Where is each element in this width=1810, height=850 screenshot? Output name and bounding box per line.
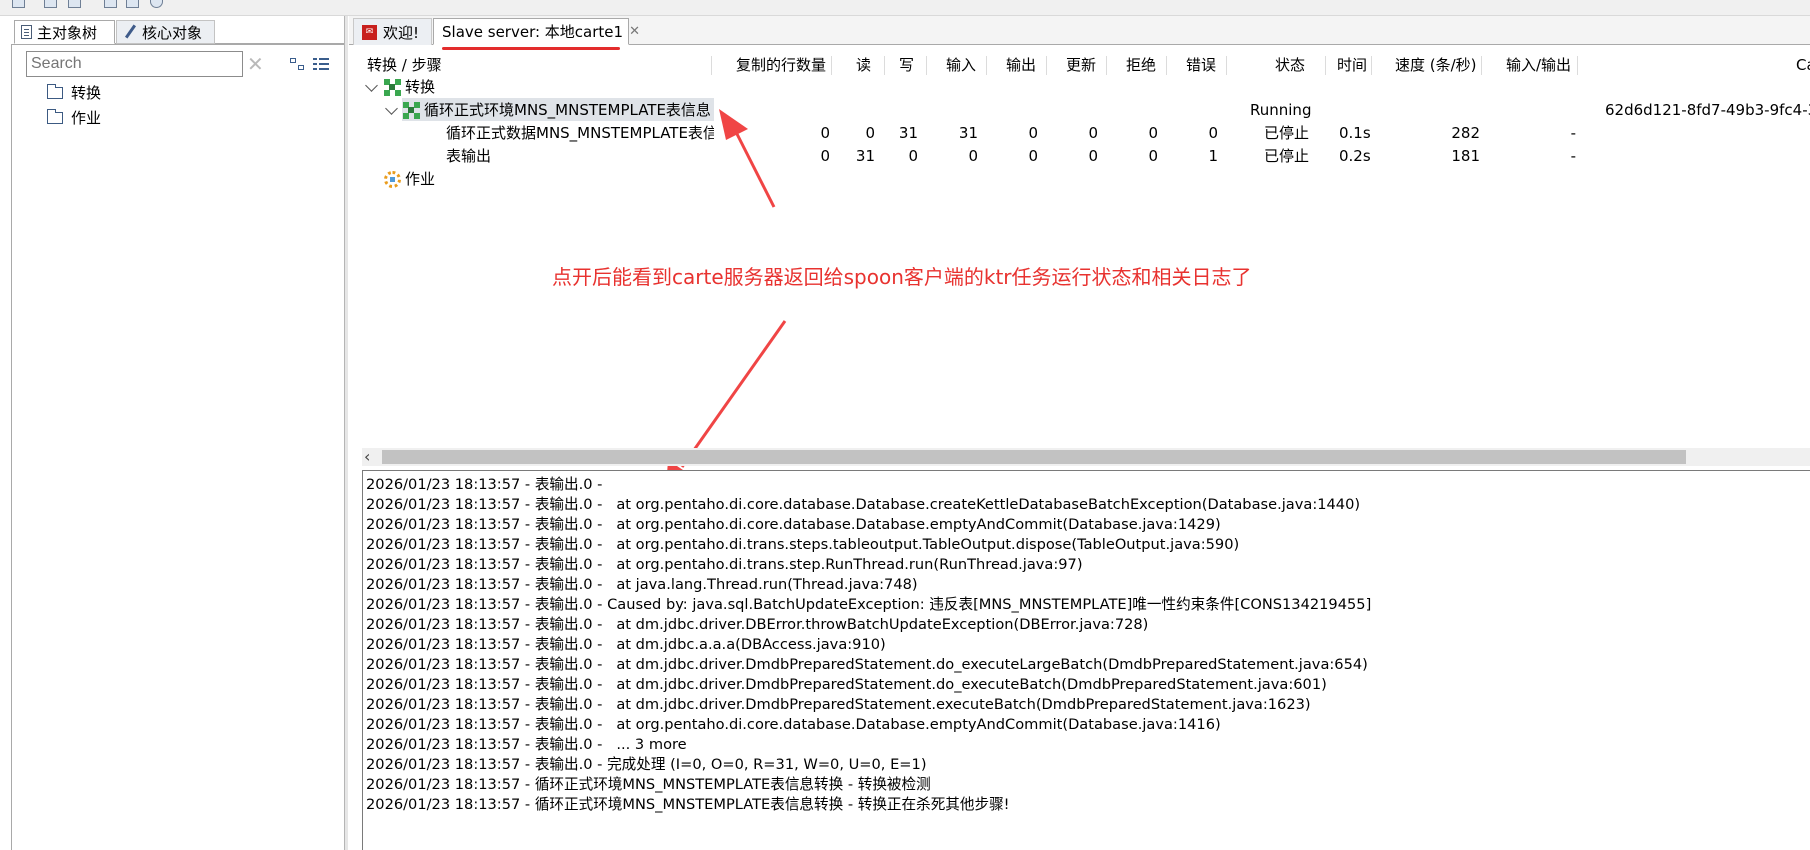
log-line: 2026/01/23 18:13:57 - 表输出.0 - at dm.jdbc… <box>366 676 1327 693</box>
log-line: 2026/01/23 18:13:57 - 表输出.0 - at org.pen… <box>366 516 1221 533</box>
log-line: 2026/01/23 18:13:57 - 表输出.0 - at org.pen… <box>366 536 1240 553</box>
log-line: 2026/01/23 18:13:57 - 表输出.0 - at org.pen… <box>366 556 1083 573</box>
arrow-up <box>719 109 776 208</box>
log-line: 2026/01/23 18:13:57 - 表输出.0 - at dm.jdbc… <box>366 696 1311 713</box>
log-line: 2026/01/23 18:13:57 - 表输出.0 - 完成处理 (I=0,… <box>366 756 927 773</box>
log-line: 2026/01/23 18:13:57 - 循环正式环境MNS_MNSTEMPL… <box>366 796 1010 813</box>
log-line: 2026/01/23 18:13:57 - 循环正式环境MNS_MNSTEMPL… <box>366 776 931 793</box>
log-line: 2026/01/23 18:13:57 - 表输出.0 - at org.pen… <box>366 716 1221 733</box>
log-line: 2026/01/23 18:13:57 - 表输出.0 - at dm.jdbc… <box>366 636 886 653</box>
log-line: 2026/01/23 18:13:57 - 表输出.0 - at java.la… <box>366 576 918 593</box>
log-line: 2026/01/23 18:13:57 - 表输出.0 - at dm.jdbc… <box>366 616 1149 633</box>
log-line: 2026/01/23 18:13:57 - 表输出.0 - at org.pen… <box>366 496 1361 513</box>
scroll-left-arrow-icon[interactable]: ‹ <box>364 448 378 466</box>
log-line: 2026/01/23 18:13:57 - 表输出.0 - at dm.jdbc… <box>366 656 1368 673</box>
log-line: 2026/01/23 18:13:57 - 表输出.0 - Caused by:… <box>366 596 1372 613</box>
log-text-area[interactable]: 2026/01/23 18:13:57 - 表输出.0 - 2026/01/23 … <box>362 470 1810 850</box>
log-line: 2026/01/23 18:13:57 - 表输出.0 - <box>366 476 603 493</box>
log-line: 2026/01/23 18:13:57 - 表输出.0 - ... 3 more <box>366 736 687 753</box>
scrollbar-thumb[interactable] <box>382 450 1686 464</box>
grid-horizontal-scrollbar[interactable]: ‹ <box>362 448 1810 466</box>
